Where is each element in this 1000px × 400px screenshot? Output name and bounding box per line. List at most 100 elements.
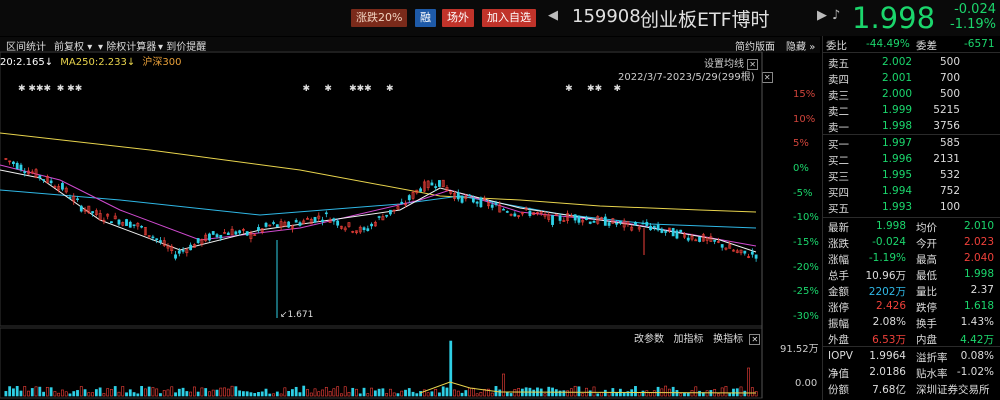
bid-volume: 585 — [939, 137, 960, 149]
extra-label: IOPV — [828, 350, 853, 362]
volume-bar — [91, 392, 94, 397]
candle-body — [324, 212, 328, 215]
candle-body — [754, 254, 758, 259]
candle-body — [132, 224, 136, 227]
extra-row: 份额 7.68亿 深圳证券交易所 — [826, 382, 996, 398]
volume-bar — [683, 392, 686, 397]
candle-body — [615, 222, 619, 225]
volume-bar — [159, 393, 162, 397]
volume-bar — [671, 386, 675, 397]
candle-body — [294, 220, 298, 223]
bid-volume: 532 — [939, 169, 960, 181]
candle-body — [377, 216, 381, 218]
volume-bar — [355, 388, 358, 397]
candle-body — [438, 180, 441, 187]
candle-body — [68, 197, 72, 199]
candle-body — [588, 221, 592, 224]
candle-body — [272, 222, 275, 224]
volume-bar — [415, 393, 419, 397]
add-indicator-button[interactable]: 加指标 — [674, 334, 704, 345]
candle-body — [110, 221, 113, 224]
candle-body — [117, 219, 121, 225]
volume-bar — [234, 386, 238, 397]
volume-bar — [434, 388, 438, 397]
ask-level-label: 卖二 — [828, 106, 849, 118]
volume-bar — [15, 386, 19, 397]
volume-bar — [404, 389, 407, 397]
extra-label: 溢折率 — [916, 352, 948, 364]
stat-value: 2202万 — [868, 286, 906, 298]
candle-body — [366, 228, 370, 231]
edit-params-button[interactable]: 改参数 — [634, 334, 664, 345]
stat-label: 外盘 — [828, 334, 849, 346]
stat-row: 外盘 6.53万 内盘 4.42万 — [826, 332, 996, 348]
stat-label: 涨停 — [828, 302, 849, 314]
candle-body — [652, 225, 656, 228]
candle-body — [215, 234, 219, 238]
volume-bar — [362, 387, 366, 397]
volume-bar — [449, 340, 453, 397]
ask-price: 1.998 — [882, 120, 913, 132]
volume-bar — [287, 391, 291, 397]
volume-min-label: 0.00 — [795, 378, 818, 389]
bid-row: 买一 1.997 585 — [826, 137, 996, 153]
ask-price: 1.999 — [882, 104, 913, 116]
volume-bar — [260, 391, 264, 397]
volume-bar — [498, 389, 502, 397]
ask-price: 2.002 — [882, 56, 913, 68]
volume-bar — [392, 392, 396, 397]
volume-bar — [185, 391, 189, 397]
stat-value: 4.42万 — [960, 334, 994, 346]
weicha-label: 委差 — [916, 40, 937, 52]
candle-body — [332, 218, 336, 222]
candle-body — [434, 186, 438, 188]
volume-bar — [554, 389, 558, 397]
candle-body — [15, 162, 19, 170]
volume-bar — [83, 389, 87, 397]
price-change-pct: -1.19% — [950, 17, 996, 32]
volume-bar — [162, 390, 166, 397]
volume-bar — [340, 393, 343, 397]
volume-bar — [306, 389, 309, 397]
volume-bar — [577, 386, 581, 397]
volume-bar — [471, 387, 475, 397]
volume-bar — [490, 392, 494, 397]
volume-bar — [42, 391, 45, 397]
pct-tick-label: -5% — [793, 187, 813, 199]
volume-bar — [166, 389, 170, 397]
candle-body — [490, 204, 494, 208]
switch-indicator-button[interactable]: 换指标 — [713, 334, 743, 345]
volume-bar — [686, 392, 690, 397]
close-icon[interactable]: ✕ — [749, 334, 761, 345]
candle-body — [456, 192, 460, 200]
volume-bar — [208, 391, 211, 397]
bell-icon[interactable]: ♪ — [832, 8, 840, 23]
bid-price: 1.997 — [882, 137, 913, 149]
volume-bar — [34, 386, 38, 397]
volume-bar — [328, 391, 332, 397]
volume-bar — [249, 392, 253, 397]
pct-tick-label: -25% — [793, 286, 819, 298]
candle-body — [494, 203, 498, 205]
volume-bar — [324, 386, 328, 397]
volume-bar — [76, 390, 79, 397]
pct-tick-label: 5% — [793, 138, 809, 150]
stat-value: 10.96万 — [865, 270, 906, 282]
candle-body — [155, 238, 159, 241]
candle-body — [38, 175, 42, 179]
volume-bar — [698, 390, 701, 397]
volume-bar — [396, 393, 400, 397]
extra-value: 7.68亿 — [872, 384, 906, 396]
volume-bar — [196, 391, 200, 397]
candle-body — [585, 218, 588, 220]
stat-row: 涨幅 -1.19% 最高 2.040 — [826, 252, 996, 268]
candle-body — [298, 222, 302, 226]
volume-bar — [573, 385, 577, 397]
stat-label: 内盘 — [916, 334, 937, 346]
volume-bar — [739, 386, 743, 397]
volume-bar — [400, 390, 404, 397]
stat-row: 振幅 2.08% 换手 1.43% — [826, 316, 996, 332]
candle-body — [275, 224, 279, 228]
stat-row: 最新 1.998 均价 2.010 — [826, 220, 996, 236]
volume-bar — [377, 388, 381, 397]
